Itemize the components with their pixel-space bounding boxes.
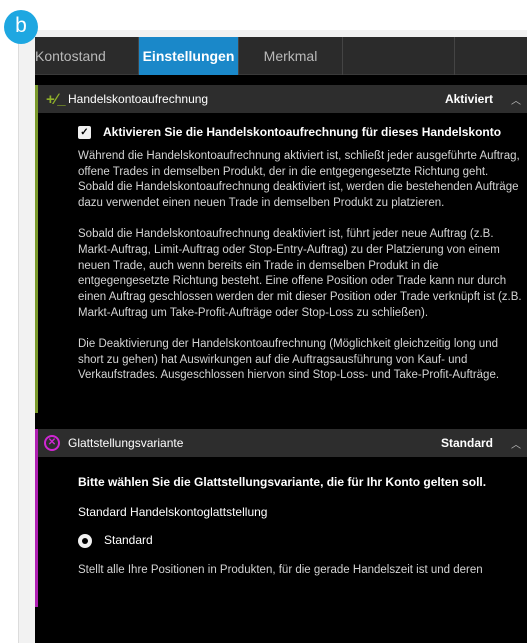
tab-kontostand[interactable]: Kontostand	[35, 37, 139, 75]
section-header[interactable]: +∕_ Handelskontoaufrechnung Aktiviert ︿	[38, 85, 527, 113]
section-handelskontoaufrechnung: +∕_ Handelskontoaufrechnung Aktiviert ︿ …	[35, 85, 527, 414]
tab-bar: Kontostand Einstellungen Merkmal	[35, 37, 527, 75]
checkbox-label: Aktivieren Sie die Handelskontoaufrechnu…	[103, 125, 502, 139]
description: Stellt alle Ihre Positionen in Produkten…	[78, 563, 483, 576]
tab-merkmal[interactable]: Merkmal	[239, 37, 343, 75]
netting-checkbox-row[interactable]: ✓ Aktivieren Sie die Handelskontoaufrech…	[78, 125, 523, 141]
step-badge: b	[4, 10, 38, 44]
paragraph: Die Deaktivierung der Handelskontoaufrec…	[78, 337, 500, 382]
paragraph: Sobald die Handelskontoaufrechnung deakt…	[78, 227, 522, 319]
radio-button[interactable]	[78, 533, 92, 548]
chevron-up-icon[interactable]: ︿	[511, 436, 521, 451]
section-header[interactable]: ✕ Glattstellungsvariante Standard ︿	[38, 429, 527, 458]
prompt-text: Bitte wählen Sie die Glattstellungsvaria…	[78, 475, 487, 490]
radio-label: Standard	[104, 532, 153, 547]
plus-minus-icon: +∕_	[46, 90, 66, 108]
chevron-up-icon[interactable]: ︿	[511, 92, 521, 107]
status-label: Standard	[440, 436, 493, 451]
section-glattstellungsvariante: ✕ Glattstellungsvariante Standard ︿ Bitt…	[35, 429, 527, 608]
section-title: Glattstellungsvariante	[68, 436, 184, 451]
checkbox[interactable]: ✓	[78, 126, 91, 140]
section-body: ✓ Aktivieren Sie die Handelskontoaufrech…	[38, 113, 527, 413]
subheading: Standard Handelskontoglattstellung	[78, 504, 268, 519]
section-title: Handelskontoaufrechnung	[68, 92, 209, 106]
status-label: Aktiviert	[444, 92, 493, 106]
paragraph: Während die Handelskontoaufrechnung akti…	[78, 149, 520, 210]
settings-window: Kontostand Einstellungen Merkmal +∕_ Han…	[35, 37, 527, 643]
tab-empty-1[interactable]	[343, 37, 455, 75]
tab-einstellungen[interactable]: Einstellungen	[139, 37, 239, 75]
radio-standard[interactable]: Standard	[78, 533, 523, 549]
close-circle-icon: ✕	[44, 435, 60, 452]
section-body: Bitte wählen Sie die Glattstellungsvaria…	[38, 457, 527, 607]
tab-empty-2[interactable]	[455, 37, 515, 75]
